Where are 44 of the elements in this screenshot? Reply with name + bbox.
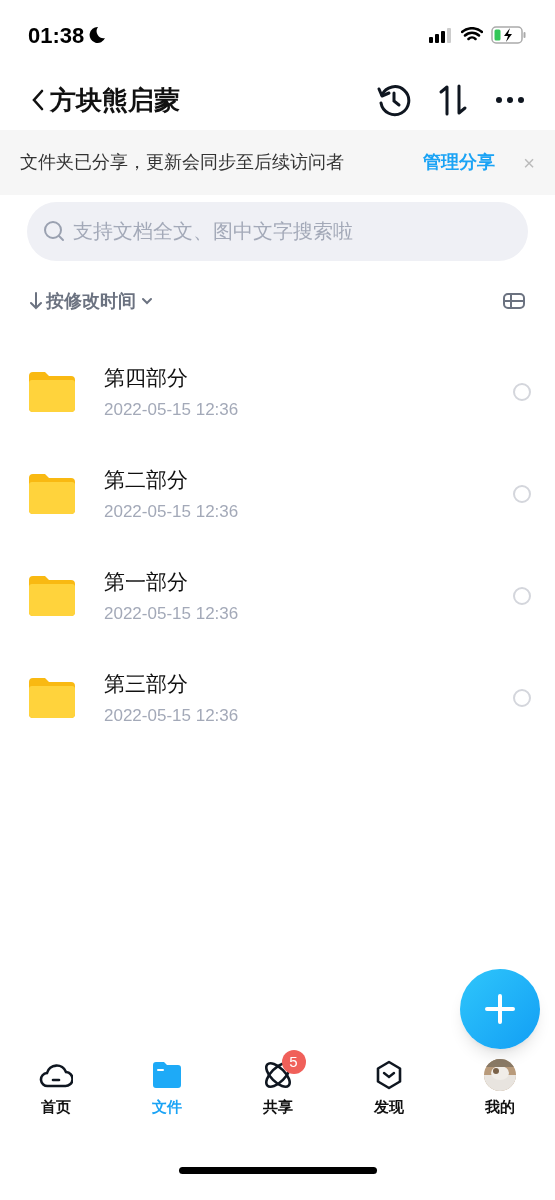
folder-name: 第三部分 — [104, 671, 189, 697]
notification-badge: 5 — [281, 1050, 306, 1074]
sort-button[interactable] — [437, 84, 469, 116]
sort-dropdown[interactable]: 按修改时间 — [30, 287, 154, 315]
status-time: 01:38 — [28, 21, 85, 50]
folder-date: 2022-05-15 12:36 — [104, 704, 240, 727]
folder-icon — [28, 677, 76, 719]
view-toggle-button[interactable] — [503, 293, 525, 309]
tab-item[interactable]: 我的 — [444, 1048, 555, 1140]
folder-date: 2022-05-15 12:36 — [104, 500, 240, 523]
moon-icon — [88, 26, 107, 44]
folder-row[interactable]: 第四部分 2022-05-15 12:36 — [0, 341, 555, 443]
more-button[interactable] — [495, 96, 525, 104]
wifi-icon — [461, 27, 483, 43]
select-radio[interactable] — [513, 587, 531, 605]
folder-date: 2022-05-15 12:36 — [104, 398, 240, 421]
cloud-icon — [38, 1061, 73, 1089]
tab-item[interactable]: 发现 — [333, 1048, 444, 1140]
folder-icon — [28, 371, 76, 413]
folder-row[interactable]: 第三部分 2022-05-15 12:36 — [0, 647, 555, 749]
tab-item[interactable]: 5 共享 — [222, 1048, 333, 1140]
folder-name: 第二部分 — [104, 467, 189, 493]
back-button[interactable] — [30, 88, 46, 112]
tab-item[interactable]: 首页 — [0, 1048, 111, 1140]
folder-icon — [28, 575, 76, 617]
folder-icon — [28, 473, 76, 515]
folder-name: 第一部分 — [104, 569, 189, 595]
page-title: 方块熊启蒙 — [50, 83, 180, 117]
banner-message: 文件夹已分享，更新会同步至后续访问者 — [20, 151, 344, 174]
history-button[interactable] — [377, 83, 411, 117]
select-radio[interactable] — [513, 383, 531, 401]
folder-name: 第四部分 — [104, 365, 189, 391]
select-radio[interactable] — [513, 689, 531, 707]
hexagon-icon — [374, 1060, 403, 1090]
folder-row[interactable]: 第二部分 2022-05-15 12:36 — [0, 443, 555, 545]
plus-icon — [484, 993, 516, 1025]
battery-icon — [491, 26, 527, 44]
folder-row[interactable]: 第一部分 2022-05-15 12:36 — [0, 545, 555, 647]
signal-icon — [429, 27, 453, 43]
select-radio[interactable] — [513, 485, 531, 503]
folder-icon — [151, 1061, 182, 1089]
arrow-down-icon — [30, 292, 42, 310]
folder-date: 2022-05-15 12:36 — [104, 602, 240, 625]
search-field[interactable]: 支持文档全文、图中文字搜索啦 — [27, 202, 528, 261]
